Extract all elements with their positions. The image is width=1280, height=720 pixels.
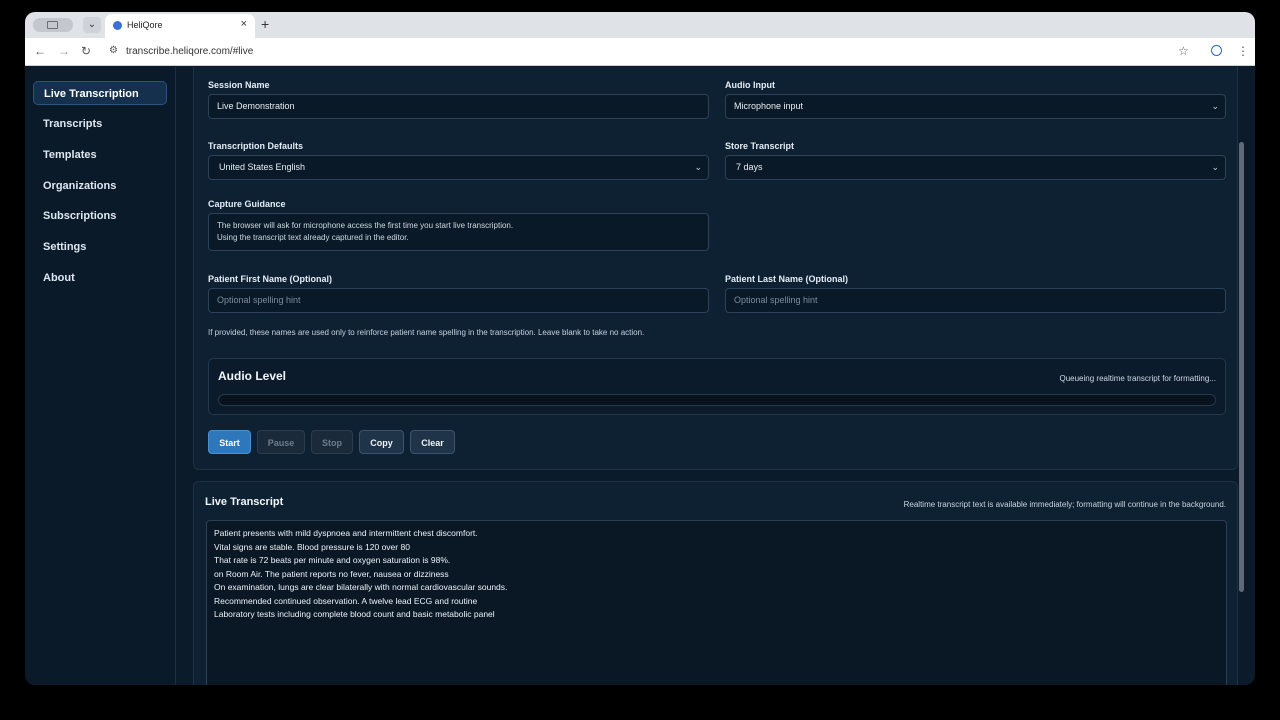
- store-transcript-select[interactable]: 7 days ⌄: [725, 155, 1226, 180]
- window-switcher[interactable]: [33, 18, 73, 32]
- guidance-line: The browser will ask for microphone acce…: [217, 221, 514, 230]
- capture-guidance-box: The browser will ask for microphone acce…: [208, 213, 709, 251]
- tab-close-icon[interactable]: ×: [241, 18, 247, 30]
- sidebar-item-subscriptions[interactable]: Subscriptions: [33, 204, 167, 228]
- audio-level-meter: [218, 394, 1216, 406]
- audio-level-box: Audio Level Queueing realtime transcript…: [208, 358, 1226, 415]
- sidebar: Live Transcription Transcripts Templates…: [25, 67, 176, 685]
- transcript-line: on Room Air. The patient reports no feve…: [214, 568, 449, 579]
- back-arrow-icon[interactable]: ←: [34, 44, 46, 58]
- sidebar-item-organizations[interactable]: Organizations: [33, 174, 167, 198]
- live-transcript-note: Realtime transcript text is available im…: [903, 500, 1226, 509]
- transcript-line: Recommended continued observation. A twe…: [214, 595, 478, 606]
- audio-level-title: Audio Level: [218, 369, 287, 383]
- page-scrollbar[interactable]: [1239, 142, 1244, 592]
- clear-button[interactable]: Clear: [410, 430, 455, 454]
- chevron-down-icon: ⌄: [1211, 162, 1219, 172]
- patient-first-name-input[interactable]: Optional spelling hint: [208, 288, 709, 313]
- live-transcript-title: Live Transcript: [205, 496, 284, 508]
- start-button[interactable]: Start: [208, 430, 251, 454]
- patient-first-name-label: Patient First Name (Optional): [208, 274, 333, 284]
- transcription-defaults-label: Transcription Defaults: [208, 141, 304, 151]
- sidebar-item-settings[interactable]: Settings: [33, 235, 167, 259]
- menu-kebab-icon[interactable]: ⋮: [1237, 44, 1249, 58]
- guidance-line: Using the transcript text already captur…: [217, 233, 409, 242]
- capture-guidance-label: Capture Guidance: [208, 199, 286, 209]
- patient-name-hint: If provided, these names are used only t…: [208, 328, 645, 337]
- forward-arrow-icon[interactable]: →: [58, 44, 70, 58]
- session-name-input[interactable]: Live Demonstration: [208, 94, 709, 119]
- transcript-line: Laboratory tests including complete bloo…: [214, 609, 495, 619]
- reload-icon[interactable]: ↻: [81, 44, 91, 58]
- chevron-down-icon: ⌄: [1211, 101, 1219, 111]
- tab-search-chevron-icon[interactable]: ⌄: [83, 17, 101, 33]
- chevron-down-icon: ⌄: [694, 162, 702, 172]
- transcription-defaults-value: United States English: [219, 162, 306, 172]
- audio-input-select[interactable]: Microphone input ⌄: [725, 94, 1226, 119]
- transcript-line: Vital signs are stable. Blood pressure i…: [214, 541, 410, 552]
- tab-title: HeliQore: [127, 20, 163, 30]
- bookmark-star-icon[interactable]: ☆: [1178, 44, 1189, 58]
- session-settings-panel: Session Name Live Demonstration Audio In…: [193, 67, 1238, 470]
- audio-input-value: Microphone input: [734, 101, 804, 111]
- live-transcript-panel: Live Transcript Realtime transcript text…: [193, 481, 1238, 685]
- browser-window: ⌄ HeliQore × + ← → ↻ ⚙ transcribe.heliqo…: [25, 12, 1255, 685]
- store-transcript-label: Store Transcript: [725, 141, 795, 151]
- browser-tab[interactable]: HeliQore ×: [105, 14, 255, 38]
- copy-button[interactable]: Copy: [359, 430, 404, 454]
- patient-last-name-label: Patient Last Name (Optional): [725, 274, 849, 284]
- pause-button[interactable]: Pause: [257, 430, 305, 454]
- transcript-line: Patient presents with mild dyspnoea and …: [214, 528, 478, 538]
- stop-button[interactable]: Stop: [311, 430, 353, 454]
- app-container: Live Transcription Transcripts Templates…: [25, 67, 1255, 685]
- new-tab-button[interactable]: +: [261, 16, 269, 32]
- sidebar-item-templates[interactable]: Templates: [33, 143, 167, 167]
- audio-input-label: Audio Input: [725, 80, 775, 90]
- sidebar-item-transcripts[interactable]: Transcripts: [33, 112, 167, 136]
- address-bar[interactable]: transcribe.heliqore.com/#live: [126, 46, 253, 57]
- browser-toolbar: ← → ↻ ⚙ transcribe.heliqore.com/#live ☆ …: [25, 38, 1255, 66]
- transcript-line: That rate is 72 beats per minute and oxy…: [214, 555, 451, 565]
- patient-last-name-input[interactable]: Optional spelling hint: [725, 288, 1226, 313]
- favicon-icon: [113, 21, 122, 30]
- sidebar-item-about[interactable]: About: [33, 266, 167, 290]
- store-transcript-value: 7 days: [736, 162, 763, 172]
- main-content: Session Name Live Demonstration Audio In…: [176, 67, 1247, 685]
- sidebar-item-live-transcription[interactable]: Live Transcription: [33, 81, 167, 105]
- profile-icon[interactable]: [1211, 45, 1222, 56]
- tab-strip: ⌄ HeliQore × +: [25, 12, 1255, 38]
- session-name-label: Session Name: [208, 80, 270, 90]
- audio-status-text: Queueing realtime transcript for formatt…: [1059, 374, 1216, 383]
- transcription-defaults-select[interactable]: United States English ⌄: [208, 155, 709, 180]
- window-icon: [47, 21, 58, 29]
- transcript-textarea[interactable]: Patient presents with mild dyspnoea and …: [206, 520, 1227, 685]
- site-settings-icon[interactable]: ⚙: [109, 45, 118, 56]
- transcript-line: On examination, lungs are clear bilatera…: [214, 582, 508, 592]
